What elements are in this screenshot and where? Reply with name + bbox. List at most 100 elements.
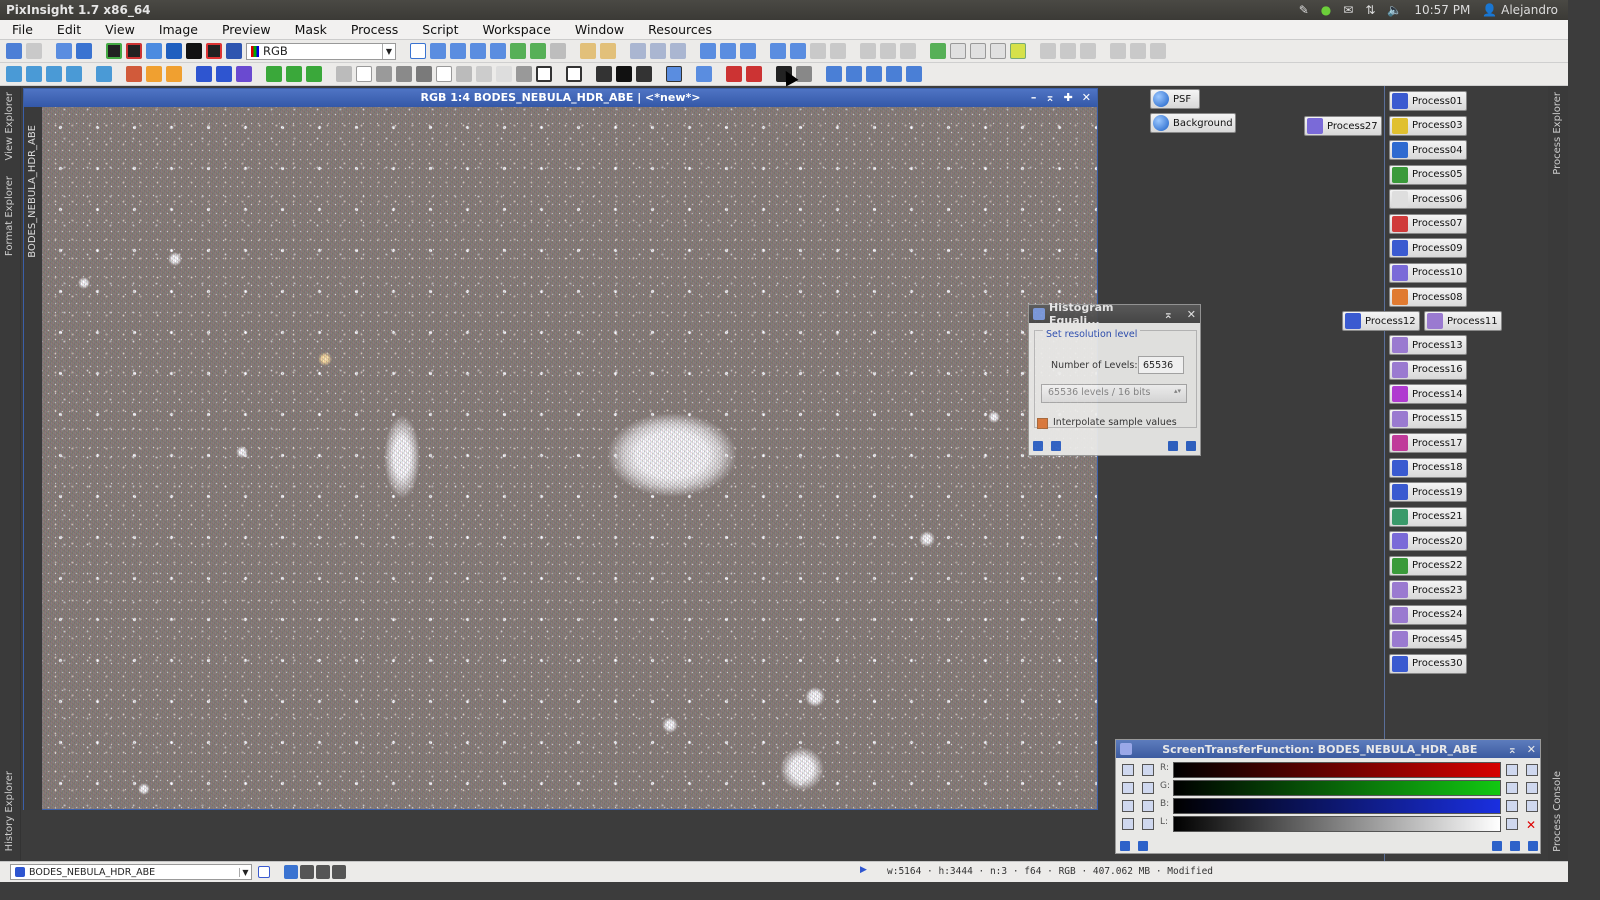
menu-process[interactable]: Process — [339, 22, 410, 37]
stf-slider-red[interactable] — [1173, 762, 1501, 778]
channel-rgb-icon[interactable] — [106, 43, 122, 59]
process-icon-psf[interactable]: PSF — [1150, 89, 1200, 109]
apply-icon[interactable] — [1051, 441, 1061, 451]
crop-icon[interactable] — [536, 66, 552, 82]
settings-icon[interactable] — [1080, 43, 1096, 59]
checkmark-icon[interactable]: ● — [1321, 3, 1331, 17]
process-icon-process30[interactable]: Process30 — [1389, 653, 1467, 674]
mirror-icon[interactable] — [866, 66, 882, 82]
zoom-fit-icon[interactable] — [430, 43, 446, 59]
document-icon[interactable] — [258, 866, 270, 878]
stf-icon[interactable] — [196, 66, 212, 82]
link2-icon[interactable] — [880, 43, 896, 59]
square-icon[interactable] — [1526, 782, 1538, 794]
new-preview-icon[interactable] — [930, 43, 946, 59]
color-correct-icon[interactable] — [726, 66, 742, 82]
menu-view[interactable]: View — [93, 22, 147, 37]
process-icon-process08[interactable]: Process08 — [1389, 287, 1467, 307]
tool-b-icon[interactable] — [1130, 43, 1146, 59]
channel-lum-icon[interactable] — [186, 43, 202, 59]
histogram-dialog-titlebar[interactable]: Histogram Equali... ⌅ ✕ — [1029, 301, 1200, 327]
network-icon[interactable]: ⇅ — [1365, 3, 1375, 17]
levels-combo[interactable]: 65536 levels / 16 bits ▴▾ — [1041, 384, 1187, 403]
process-icon-process01[interactable]: Process01 — [1389, 91, 1467, 111]
new-instance-icon[interactable] — [1033, 441, 1043, 451]
stf-slider-lum[interactable] — [1173, 816, 1501, 832]
histogram-icon[interactable] — [666, 66, 682, 82]
process-icon-process13[interactable]: Process13 — [1389, 335, 1467, 355]
process-icon-process20[interactable]: Process20 — [1389, 531, 1467, 551]
shade-icon[interactable]: ⌅ — [1508, 743, 1517, 756]
gray-3-icon[interactable] — [416, 66, 432, 82]
view-selector[interactable]: BODES_NEBULA_HDR_ABE ▼ — [10, 864, 252, 880]
close-icon[interactable]: ✕ — [1187, 308, 1196, 321]
reset-icon[interactable] — [1186, 441, 1196, 451]
mirror-v-icon[interactable] — [906, 66, 922, 82]
layer-2-icon[interactable] — [616, 66, 632, 82]
format-explorer-tab[interactable]: Format Explorer — [4, 176, 15, 256]
menu-preview[interactable]: Preview — [210, 22, 283, 37]
fit-view-icon[interactable] — [700, 43, 716, 59]
image-id-tab[interactable]: BODES_NEBULA_HDR_ABE — [24, 107, 42, 810]
maximize-icon[interactable]: ✚ — [1064, 89, 1073, 107]
zoom-icon[interactable] — [1506, 818, 1518, 830]
grid-icon[interactable] — [66, 66, 82, 82]
readout-icon[interactable] — [510, 43, 526, 59]
mask-remove-icon[interactable] — [356, 66, 372, 82]
process-icon-process21[interactable]: Process21 — [1389, 506, 1467, 527]
cascade-icon[interactable] — [740, 43, 756, 59]
morph-icon[interactable] — [126, 66, 142, 82]
process-icon-process15[interactable]: Process15 — [1389, 408, 1467, 429]
close-icon[interactable]: ✕ — [1527, 743, 1536, 756]
zoom-1-1-icon[interactable] — [630, 43, 646, 59]
stf-color-icon[interactable] — [236, 66, 252, 82]
flip-icon[interactable] — [846, 66, 862, 82]
swap-icon[interactable] — [1142, 818, 1154, 830]
shade-icon[interactable]: ⌅ — [1045, 89, 1054, 107]
gray-2-icon[interactable] — [396, 66, 412, 82]
channel-red-icon[interactable] — [126, 43, 142, 59]
center-icon[interactable] — [490, 43, 506, 59]
tile-icon[interactable] — [770, 43, 786, 59]
apply-icon[interactable] — [1138, 841, 1148, 851]
explorer2-icon[interactable] — [1060, 43, 1076, 59]
open-icon[interactable] — [56, 43, 72, 59]
clock[interactable]: 10:57 PM — [1414, 3, 1470, 17]
color-balance-icon[interactable] — [746, 66, 762, 82]
gray-6-icon[interactable] — [496, 66, 512, 82]
reset-icon[interactable] — [1528, 841, 1538, 851]
link3-icon[interactable] — [900, 43, 916, 59]
zoom-out-area-icon[interactable] — [470, 43, 486, 59]
pan-icon[interactable] — [410, 43, 426, 59]
preview-icon[interactable] — [1168, 441, 1178, 451]
mirror-h-icon[interactable] — [886, 66, 902, 82]
link-channels-icon[interactable] — [1122, 764, 1134, 776]
paste-icon[interactable] — [970, 43, 986, 59]
process-console-tab[interactable]: Process Console — [1552, 771, 1563, 852]
gray-5-icon[interactable] — [476, 66, 492, 82]
zoom-out-icon[interactable] — [600, 43, 616, 59]
process-icon-process14[interactable]: Process14 — [1389, 384, 1467, 404]
notes-icon[interactable]: ✎ — [1299, 3, 1309, 17]
arrange2-icon[interactable] — [830, 43, 846, 59]
wavelet-icon[interactable] — [26, 66, 42, 82]
screen-transfer-function-dialog[interactable]: ScreenTransferFunction: BODES_NEBULA_HDR… — [1115, 739, 1541, 854]
mask-show-icon[interactable] — [306, 66, 322, 82]
up-icon[interactable] — [1142, 764, 1154, 776]
view-explorer-tab[interactable]: View Explorer — [4, 92, 15, 161]
tool-c-icon[interactable] — [1150, 43, 1166, 59]
zoom-icon[interactable] — [1506, 800, 1518, 812]
undo-icon[interactable] — [6, 43, 22, 59]
process-icon-process03[interactable]: Process03 — [1389, 115, 1467, 136]
tool-a-icon[interactable] — [1110, 43, 1126, 59]
stf-titlebar[interactable]: ScreenTransferFunction: BODES_NEBULA_HDR… — [1116, 740, 1540, 758]
process-icon-process10[interactable]: Process10 — [1389, 262, 1467, 283]
duplicate-icon[interactable] — [990, 43, 1006, 59]
menu-resources[interactable]: Resources — [636, 22, 724, 37]
integrate-icon[interactable] — [696, 66, 712, 82]
mode-4-icon[interactable] — [332, 865, 346, 879]
one-icon[interactable] — [1122, 782, 1134, 794]
process-icon-process19[interactable]: Process19 — [1389, 482, 1467, 502]
process-icon-process04[interactable]: Process04 — [1389, 140, 1467, 160]
volume-icon[interactable]: 🔈 — [1387, 3, 1402, 17]
